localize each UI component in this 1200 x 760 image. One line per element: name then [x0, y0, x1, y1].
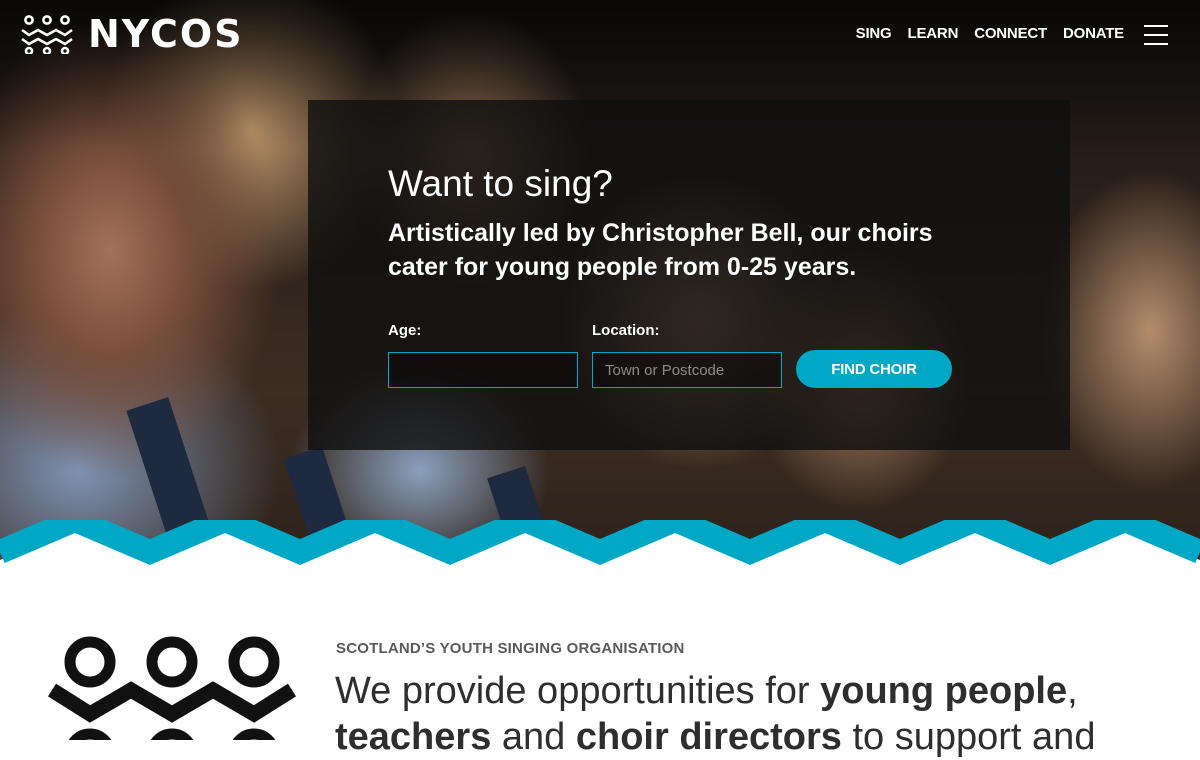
nav-learn[interactable]: LEARN — [908, 24, 959, 44]
nav-sing[interactable]: SING — [856, 24, 892, 44]
section-eyebrow: SCOTLAND’S YOUTH SINGING ORGANISATION — [336, 640, 685, 657]
find-choir-button[interactable]: FIND CHOIR — [796, 350, 952, 388]
age-input[interactable] — [388, 352, 578, 388]
intro-text-part: to support and — [841, 716, 1096, 758]
hero-banner: NYCOS SING LEARN CONNECT DONATE Want to … — [0, 0, 1200, 600]
nycos-emblem-icon — [48, 636, 296, 740]
intro-emphasis: young people — [820, 670, 1068, 712]
brand-name: NYCOS — [88, 12, 244, 56]
intro-emphasis: choir directors — [575, 716, 842, 758]
intro-emphasis: teachers — [335, 716, 492, 758]
intro-text: We provide opportunities for young peopl… — [335, 668, 1155, 760]
zigzag-divider — [0, 520, 1200, 602]
nycos-logo-icon — [21, 15, 73, 54]
location-input[interactable] — [592, 352, 782, 388]
intro-text-part: and — [491, 716, 576, 758]
hamburger-menu-icon[interactable] — [1144, 25, 1168, 45]
main-nav: SING LEARN CONNECT DONATE — [840, 24, 1125, 44]
intro-text-part: We provide opportunities for — [335, 670, 821, 712]
hero-subtitle: Artistically led by Christopher Bell, ou… — [388, 219, 933, 281]
location-label: Location: — [592, 322, 660, 339]
nav-connect[interactable]: CONNECT — [974, 24, 1047, 44]
hero-title: Want to sing? — [388, 163, 613, 204]
choir-finder-panel: Want to sing? Artistically led by Christ… — [308, 100, 1070, 450]
intro-text-part: , — [1067, 670, 1078, 712]
nav-donate[interactable]: DONATE — [1063, 24, 1124, 44]
age-label: Age: — [388, 322, 422, 339]
site-logo[interactable]: NYCOS — [20, 14, 244, 54]
